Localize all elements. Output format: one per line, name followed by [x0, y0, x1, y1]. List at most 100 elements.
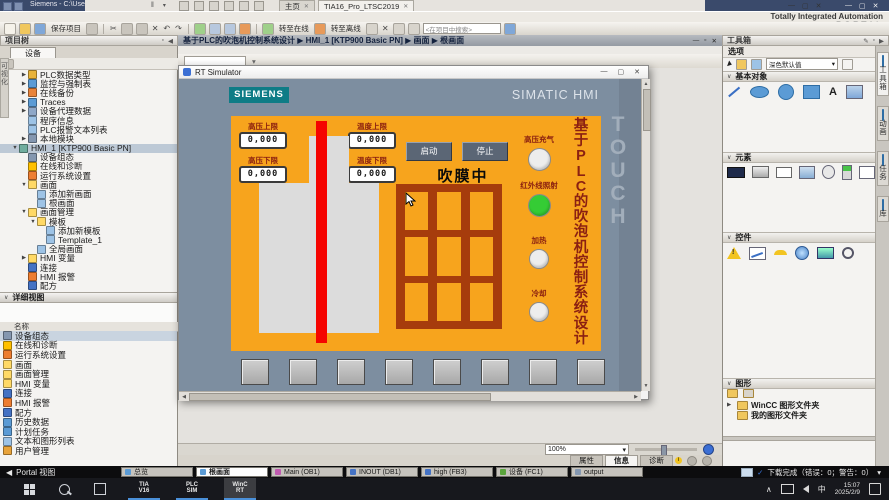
- tree-item[interactable]: ▼ 模板: [0, 217, 177, 226]
- editor-minimize-icon[interactable]: —: [693, 37, 700, 45]
- io-field-input[interactable]: 0,000: [348, 166, 396, 183]
- horizontal-scroll-thumb[interactable]: [189, 393, 491, 401]
- recipe-view-tool-icon[interactable]: [817, 247, 834, 259]
- close-icon[interactable]: ✕: [634, 68, 640, 76]
- trend-view-tool-icon[interactable]: [749, 247, 766, 260]
- tree-expand-icon[interactable]: ▶: [20, 81, 28, 87]
- open-editor-button[interactable]: Main (OB1): [271, 467, 343, 477]
- function-key[interactable]: [577, 359, 605, 385]
- ellipse-tool-icon[interactable]: [750, 86, 769, 98]
- go-offline-label[interactable]: 转至离线: [331, 23, 361, 34]
- inspector-round-button[interactable]: [702, 456, 712, 466]
- edit-icon[interactable]: ✎: [863, 37, 868, 45]
- system-diagnostics-tool-icon[interactable]: [842, 247, 854, 259]
- maximize-icon[interactable]: ▢: [618, 68, 625, 76]
- tree-item[interactable]: ▶ 监控与强制表: [0, 79, 177, 88]
- tree-item[interactable]: 连接: [0, 263, 177, 272]
- simulator-horizontal-scrollbar[interactable]: ◀ ▶: [179, 391, 641, 401]
- restore-icon[interactable]: ▢: [802, 2, 809, 10]
- task-card-tab[interactable]: 动画: [877, 106, 889, 141]
- split-vertical-icon[interactable]: [408, 23, 420, 35]
- function-key[interactable]: [481, 359, 509, 385]
- tree-item[interactable]: PLC报警文本列表: [0, 125, 177, 134]
- tree-item[interactable]: ▶ 本地模块: [0, 134, 177, 143]
- vm-snapshot-icon[interactable]: [179, 1, 189, 11]
- io-field-input[interactable]: 0,000: [239, 166, 287, 183]
- io-field-input[interactable]: 0,000: [348, 132, 396, 149]
- taskbar-search-icon[interactable]: [59, 484, 70, 495]
- vm-fullscreen-icon[interactable]: [224, 1, 234, 11]
- redo-icon[interactable]: ↷: [175, 24, 182, 33]
- button-tool-icon[interactable]: [752, 166, 769, 178]
- tree-expand-icon[interactable]: ▼: [11, 145, 19, 151]
- tree-expand-icon[interactable]: ▶: [20, 90, 28, 96]
- line-tool-icon[interactable]: [728, 87, 740, 97]
- inspector-round-button[interactable]: [687, 456, 697, 466]
- download-status[interactable]: ✓ 下载完成（错误：0；警告：0） ▾: [741, 467, 889, 478]
- taskbar-app-button[interactable]: PLC SIM: [176, 478, 208, 500]
- tree-item[interactable]: ▶ PLC数据类型: [0, 70, 177, 79]
- io-field-input[interactable]: 0,000: [239, 132, 287, 149]
- inspector-tab[interactable]: 信息: [605, 455, 638, 466]
- detail-list-item[interactable]: 用户管理: [0, 446, 177, 456]
- tree-item[interactable]: 添加新画面: [0, 189, 177, 198]
- diagnostics-icon[interactable]: [366, 23, 378, 35]
- open-editor-button[interactable]: output: [571, 467, 643, 477]
- tree-item[interactable]: ▶ 设备代理数据: [0, 107, 177, 116]
- gauge-tool-icon[interactable]: [859, 166, 875, 179]
- tree-item[interactable]: ▶ 在线备份: [0, 88, 177, 97]
- tree-item[interactable]: 设备组态: [0, 153, 177, 162]
- close-icon[interactable]: ✕: [873, 2, 879, 10]
- minimize-icon[interactable]: —: [845, 2, 852, 9]
- fit-view-icon[interactable]: [703, 444, 714, 455]
- io-field-tool-icon[interactable]: [727, 167, 745, 178]
- portal-help-icon[interactable]: [504, 23, 516, 35]
- open-editor-button[interactable]: 总览: [121, 467, 193, 477]
- tree-item[interactable]: 全局画面: [0, 245, 177, 254]
- pin-icon[interactable]: ▫: [162, 37, 164, 45]
- vmware-tab[interactable]: 主页: [279, 0, 315, 11]
- zoom-select[interactable]: 100% ▾: [545, 444, 629, 455]
- graphics-folder-item[interactable]: ▶ WinCC 图形文件夹: [723, 400, 875, 411]
- folder-link-icon[interactable]: [743, 389, 754, 398]
- open-editor-button[interactable]: 根画面: [196, 467, 268, 477]
- speaker-tray-icon[interactable]: [803, 485, 809, 493]
- open-editor-button[interactable]: high (FB3): [421, 467, 493, 477]
- display-tray-icon[interactable]: [781, 484, 794, 494]
- tree-item[interactable]: 程序信息: [0, 116, 177, 125]
- minimize-icon[interactable]: —: [788, 2, 795, 9]
- pause-vm-icon[interactable]: ‖: [151, 2, 154, 9]
- section-basic-objects[interactable]: ∨ 基本对象: [723, 71, 875, 82]
- rectangle-tool-icon[interactable]: [803, 85, 820, 99]
- copy-icon[interactable]: [121, 23, 133, 35]
- function-key[interactable]: [385, 359, 413, 385]
- project-search-input[interactable]: [423, 23, 501, 34]
- tree-item[interactable]: ▼ 画面管理: [0, 208, 177, 217]
- tree-item[interactable]: 根画面: [0, 199, 177, 208]
- object-mode-icon[interactable]: [736, 59, 747, 70]
- expand-panel-icon[interactable]: ▶: [879, 37, 884, 45]
- taskbar-app-button[interactable]: WinC RT: [224, 478, 256, 500]
- inspector-tab[interactable]: 诊断: [640, 455, 673, 466]
- task-card-tab[interactable]: 工具箱: [877, 52, 889, 96]
- go-online-label[interactable]: 转至在线: [279, 23, 309, 34]
- status-caret-icon[interactable]: ▾: [877, 468, 881, 477]
- function-key[interactable]: [433, 359, 461, 385]
- simulator-vertical-scrollbar[interactable]: ▲ ▼: [641, 79, 650, 391]
- section-controls[interactable]: ∨ 控件: [723, 232, 875, 243]
- expand-icon[interactable]: ▶: [727, 402, 734, 408]
- tree-expand-icon[interactable]: ▼: [20, 209, 28, 215]
- text-tool-icon[interactable]: A: [829, 86, 837, 98]
- restore-icon[interactable]: ▢: [859, 2, 866, 10]
- tree-item[interactable]: 添加新模板: [0, 226, 177, 235]
- tree-item[interactable]: Template_1: [0, 235, 177, 244]
- undo-icon[interactable]: ↶: [163, 24, 170, 33]
- graphic-io-tool-icon[interactable]: [799, 166, 815, 179]
- scroll-up-icon[interactable]: ▲: [642, 81, 650, 87]
- inspector-tab[interactable]: 属性: [570, 455, 603, 466]
- tree-expand-icon[interactable]: ▶: [20, 255, 28, 261]
- function-key[interactable]: [529, 359, 557, 385]
- task-card-tab[interactable]: 任务: [877, 151, 889, 186]
- circle-tool-icon[interactable]: [778, 84, 794, 100]
- close-editors-icon[interactable]: ✕: [382, 24, 389, 33]
